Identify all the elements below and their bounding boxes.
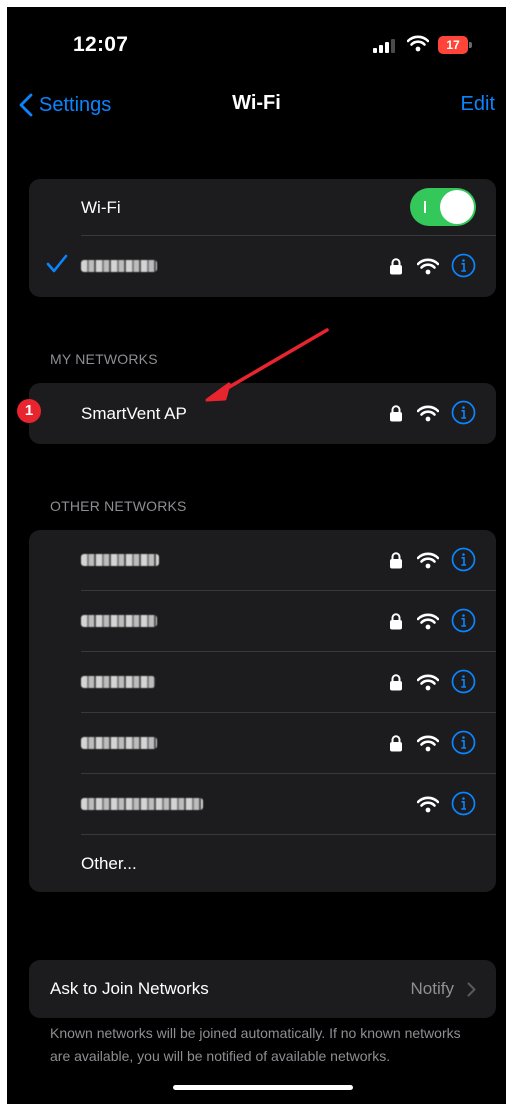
- my-networks-group: SmartVent AP: [29, 383, 496, 444]
- wifi-strength-icon: [417, 796, 439, 813]
- network-row[interactable]: [29, 713, 496, 774]
- other-networks-group: Other...: [29, 530, 496, 892]
- info-icon[interactable]: [451, 253, 476, 278]
- wifi-strength-icon: [417, 613, 439, 630]
- home-indicator[interactable]: [173, 1085, 353, 1090]
- wifi-toggle-group: Wi-Fi: [29, 179, 496, 297]
- network-name-blurred: [81, 615, 157, 627]
- cellular-signal-icon: [373, 39, 395, 53]
- network-row-smartvent[interactable]: SmartVent AP: [29, 383, 496, 444]
- annotation-badge: 1: [17, 399, 41, 423]
- wifi-toggle-row: Wi-Fi: [29, 179, 496, 236]
- network-row[interactable]: [29, 652, 496, 713]
- chevron-right-icon: [467, 982, 476, 997]
- network-name-blurred: [81, 676, 155, 688]
- network-name-blurred: [81, 737, 157, 749]
- wifi-toggle-label: Wi-Fi: [81, 198, 121, 217]
- ask-to-join-value: Notify: [410, 979, 454, 998]
- other-network-row[interactable]: Other...: [29, 835, 496, 892]
- wifi-settings-screen: 12:07 17 Settings Wi-Fi Edit Wi-Fi MY NE…: [7, 7, 506, 1104]
- status-time: 12:07: [73, 33, 129, 56]
- battery-percent: 17: [446, 38, 460, 52]
- lock-icon: [390, 258, 402, 275]
- info-icon[interactable]: [451, 730, 476, 755]
- lock-icon: [390, 405, 402, 422]
- wifi-strength-icon: [417, 735, 439, 752]
- connected-network-row[interactable]: [29, 236, 496, 297]
- wifi-toggle-switch[interactable]: [410, 188, 476, 226]
- info-icon[interactable]: [451, 669, 476, 694]
- page-title: Wi-Fi: [232, 92, 281, 114]
- my-networks-header: MY NETWORKS: [50, 351, 158, 367]
- network-name-blurred: [81, 260, 157, 272]
- ask-to-join-row[interactable]: Ask to Join Networks Notify: [29, 960, 496, 1018]
- checkmark-icon: [46, 254, 68, 273]
- battery-icon: 17: [438, 36, 472, 54]
- ask-to-join-label: Ask to Join Networks: [50, 979, 209, 998]
- lock-icon: [390, 735, 402, 752]
- network-row[interactable]: [29, 530, 496, 591]
- other-network-label: Other...: [81, 854, 137, 873]
- wifi-strength-icon: [417, 552, 439, 569]
- info-icon[interactable]: [451, 608, 476, 633]
- info-icon[interactable]: [451, 791, 476, 816]
- edit-button[interactable]: Edit: [461, 93, 495, 116]
- network-name-blurred: [81, 554, 159, 566]
- lock-icon: [390, 552, 402, 569]
- wifi-strength-icon: [417, 405, 439, 422]
- wifi-strength-icon: [417, 258, 439, 275]
- ask-to-join-footer: Known networks will be joined automatica…: [50, 1025, 461, 1064]
- info-icon[interactable]: [451, 400, 476, 425]
- network-name: SmartVent AP: [81, 404, 187, 423]
- wifi-strength-icon: [417, 674, 439, 691]
- network-name-blurred: [81, 798, 203, 810]
- lock-icon: [390, 674, 402, 691]
- info-icon[interactable]: [451, 547, 476, 572]
- lock-icon: [390, 613, 402, 630]
- network-row[interactable]: [29, 591, 496, 652]
- network-row[interactable]: [29, 774, 496, 835]
- other-networks-header: OTHER NETWORKS: [50, 498, 187, 514]
- wifi-status-icon: [407, 35, 429, 52]
